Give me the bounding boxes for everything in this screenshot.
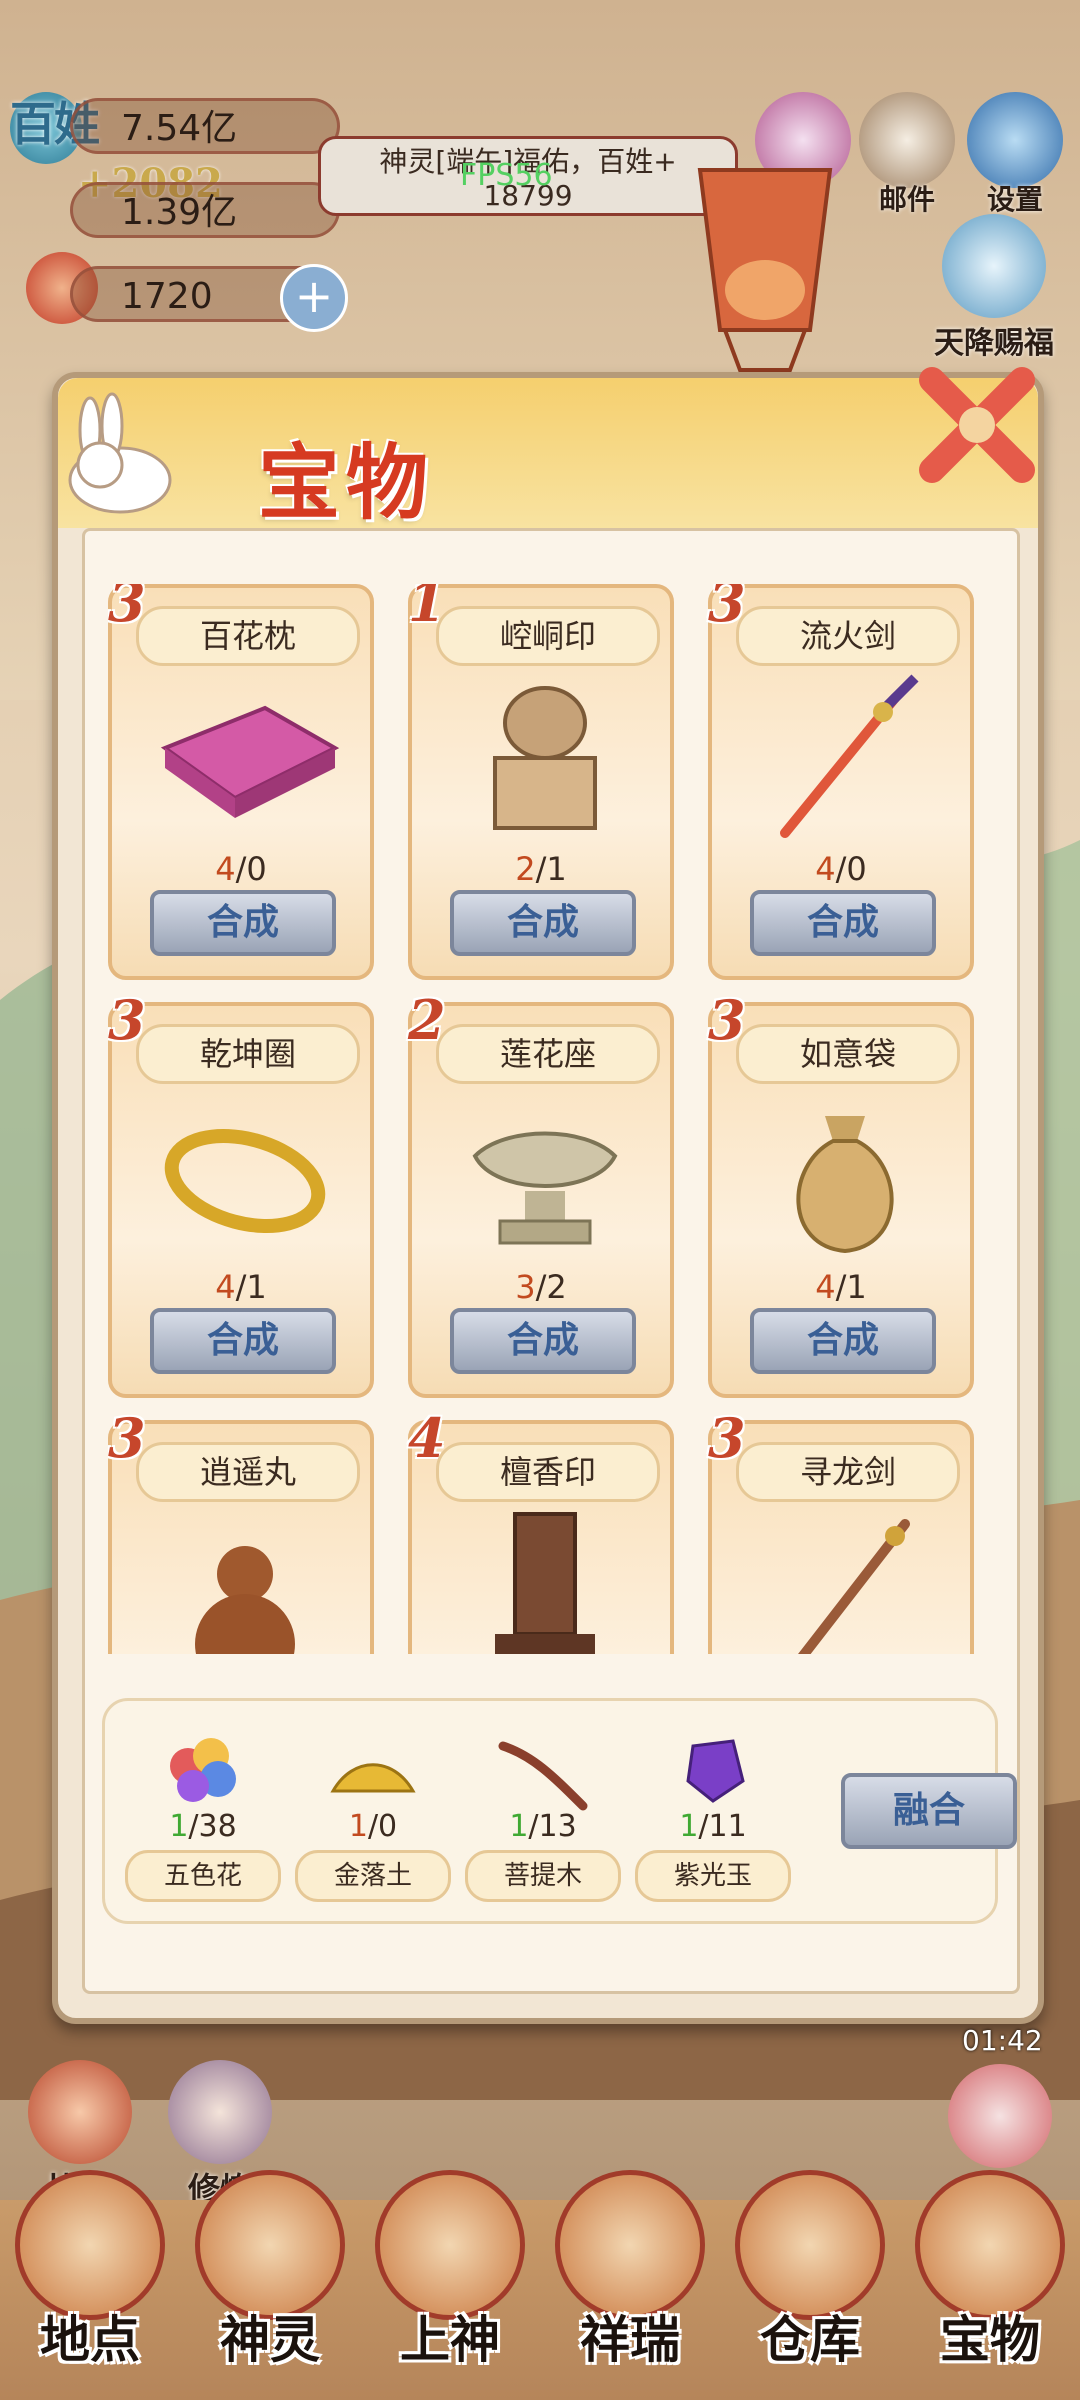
treasure-name: 乾坤圈 xyxy=(136,1024,360,1084)
panel-title: 宝物 xyxy=(258,435,435,531)
sky-lantern-icon xyxy=(697,168,833,372)
treasure-panel: 宝物 3 百花枕 4/0 合成 1 崆峒印 2/1 合成 3 流火剑 4/0 合… xyxy=(52,372,1044,2024)
treasure-count: 2/1 xyxy=(515,850,567,888)
nav-warehouse[interactable]: 仓库 xyxy=(720,2170,900,2400)
trophy-icon xyxy=(28,2060,132,2164)
flower-icon xyxy=(170,1738,236,1802)
treasure-card[interactable]: 3 乾坤圈 4/1 合成 xyxy=(108,988,374,1398)
wood-seal-icon xyxy=(495,1512,595,1654)
fps-counter: FPS56 xyxy=(460,158,553,193)
material-name: 五色花 xyxy=(125,1850,281,1902)
cultivator-icon xyxy=(168,2060,272,2164)
resource-value: 7.54亿 xyxy=(121,108,238,149)
nav-treasure[interactable]: 宝物 xyxy=(900,2170,1080,2400)
material-item[interactable]: 1/13 菩提木 xyxy=(465,1721,621,1911)
treasure-count: 4/1 xyxy=(215,1268,267,1306)
synthesize-button[interactable]: 合成 xyxy=(450,1308,636,1374)
synthesize-button[interactable]: 合成 xyxy=(750,1308,936,1374)
treasure-name: 寻龙剑 xyxy=(736,1442,960,1502)
treasure-name: 流火剑 xyxy=(736,606,960,666)
treasure-name: 崆峒印 xyxy=(436,606,660,666)
treasure-card[interactable]: 3 百花枕 4/0 合成 xyxy=(108,584,374,980)
mail-icon xyxy=(859,92,955,188)
high-deity-avatar-icon xyxy=(375,2170,525,2320)
material-name: 紫光玉 xyxy=(635,1850,791,1902)
pillow-icon xyxy=(160,705,340,818)
close-icon[interactable] xyxy=(912,360,1042,490)
gem-icon xyxy=(686,1739,745,1803)
gear-icon xyxy=(967,92,1063,188)
treasure-name: 莲花座 xyxy=(436,1024,660,1084)
bag-icon xyxy=(796,1116,894,1254)
timer-label: 01:42 xyxy=(962,2024,1043,2057)
synthesize-button[interactable]: 合成 xyxy=(150,1308,336,1374)
nav-location[interactable]: 地点 xyxy=(0,2170,180,2400)
treasure-card[interactable]: 3 如意袋 4/1 合成 xyxy=(708,988,974,1398)
bottom-navigation: 地点 神灵 上神 祥瑞 仓库 宝物 xyxy=(0,2170,1080,2400)
treasure-name: 檀香印 xyxy=(436,1442,660,1502)
rabbit-mascot-icon xyxy=(68,392,172,514)
nav-high-deity[interactable]: 上神 xyxy=(360,2170,540,2400)
synthesize-button[interactable]: 合成 xyxy=(150,890,336,956)
treasure-count: 3/2 xyxy=(515,1268,567,1306)
resource-bar-coins: 1.39亿 xyxy=(70,182,340,238)
mountain-icon xyxy=(15,2170,165,2320)
add-resource-button[interactable]: + xyxy=(280,264,348,332)
treasure-card[interactable]: 3 寻龙剑 xyxy=(708,1406,974,1654)
treasure-name: 如意袋 xyxy=(736,1024,960,1084)
material-item[interactable]: 1/0 金落土 xyxy=(295,1721,451,1911)
beast-icon xyxy=(555,2170,705,2320)
treasure-count: 4/1 xyxy=(815,1268,867,1306)
nav-deity[interactable]: 神灵 xyxy=(180,2170,360,2400)
panel-header xyxy=(58,378,1038,528)
mail-button[interactable]: 邮件 xyxy=(852,92,962,222)
treasure-count: 4/0 xyxy=(215,850,267,888)
gourd-icon xyxy=(195,1546,295,1654)
treasure-card[interactable]: 3 逍遥丸 xyxy=(108,1406,374,1654)
treasure-card[interactable]: 4 檀香印 xyxy=(408,1406,674,1654)
material-item[interactable]: 1/11 紫光玉 xyxy=(635,1721,791,1911)
warehouse-icon xyxy=(735,2170,885,2320)
treasure-name: 百花枕 xyxy=(136,606,360,666)
nav-auspicious[interactable]: 祥瑞 xyxy=(540,2170,720,2400)
treasure-card[interactable]: 1 崆峒印 2/1 合成 xyxy=(408,584,674,980)
branch-icon xyxy=(498,1741,588,1811)
material-name: 金落土 xyxy=(295,1850,451,1902)
gold-sand-icon xyxy=(330,1763,416,1793)
blessing-event-button[interactable]: 天降赐福 xyxy=(924,214,1064,361)
treasure-card[interactable]: 3 流火剑 4/0 合成 xyxy=(708,584,974,980)
top-hud: 百姓 +2082 7.54亿 1.39亿 1720 + 神灵[端午]福佑，百姓+… xyxy=(0,0,1080,361)
materials-panel: 1/38 五色花 1/0 金落土 1/13 菩提木 1/11 紫光玉 融合 xyxy=(102,1698,1017,1924)
synthesize-button[interactable]: 合成 xyxy=(450,890,636,956)
cloud-icon xyxy=(942,214,1046,318)
treasure-gourd-icon xyxy=(915,2170,1065,2320)
dragon-sword-icon xyxy=(798,1519,910,1654)
treasure-card[interactable]: 2 莲花座 3/2 合成 xyxy=(408,988,674,1398)
fuse-button[interactable]: 融合 xyxy=(841,1773,1017,1849)
treasure-grid: 3 百花枕 4/0 合成 1 崆峒印 2/1 合成 3 流火剑 4/0 合成 3… xyxy=(108,584,988,1654)
ring-icon xyxy=(164,1129,326,1233)
treasure-count: 4/0 xyxy=(815,850,867,888)
resource-bar-population: 7.54亿 xyxy=(70,98,340,154)
resource-value: 1720 xyxy=(121,276,213,317)
sword-icon xyxy=(780,674,919,838)
seal-icon xyxy=(493,686,597,830)
settings-button[interactable]: 设置 xyxy=(960,92,1070,222)
material-name: 菩提木 xyxy=(465,1850,621,1902)
synthesize-button[interactable]: 合成 xyxy=(750,890,936,956)
resource-value: 1.39亿 xyxy=(121,192,238,233)
deity-avatar-icon xyxy=(195,2170,345,2320)
material-item[interactable]: 1/38 五色花 xyxy=(125,1721,281,1911)
food-bowl-icon xyxy=(948,2064,1052,2168)
lotus-icon xyxy=(472,1131,618,1245)
treasure-name: 逍遥丸 xyxy=(136,1442,360,1502)
